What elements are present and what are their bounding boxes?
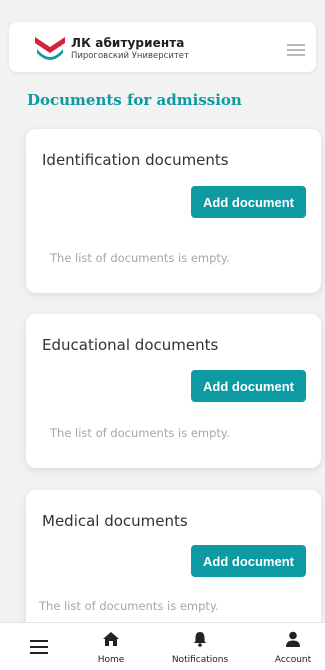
empty-list-message: The list of documents is empty.	[50, 251, 230, 265]
brand-subtitle: Пироговский Университет	[71, 51, 189, 61]
add-identification-document-button[interactable]: Add document	[191, 186, 306, 218]
section-title: Identification documents	[42, 151, 229, 169]
home-icon	[103, 632, 119, 646]
brand-title: ЛК абитуриента	[71, 36, 185, 50]
add-educational-document-button[interactable]: Add document	[191, 370, 306, 402]
page-content: ЛК абитуриента Пироговский Университет D…	[0, 0, 325, 622]
educational-documents-card: Educational documents Add document The l…	[26, 314, 321, 468]
medical-documents-card: Medical documents Add document The list …	[26, 490, 321, 622]
nav-item-home[interactable]: Home	[71, 631, 151, 669]
bell-icon	[194, 632, 206, 647]
nav-label: Notifications	[171, 655, 229, 665]
pirogov-logo-icon	[35, 37, 65, 60]
section-title: Educational documents	[42, 336, 219, 354]
bottom-navigation: Home Notifications Account	[0, 622, 325, 670]
nav-label: Home	[97, 655, 125, 665]
empty-list-message: The list of documents is empty.	[50, 426, 230, 440]
page-title: Documents for admission	[27, 91, 242, 109]
user-icon	[286, 631, 300, 647]
nav-item-account[interactable]: Account	[253, 631, 325, 669]
app-header: ЛК абитуриента Пироговский Университет	[9, 22, 316, 72]
hamburger-menu-icon[interactable]	[30, 640, 52, 656]
identification-documents-card: Identification documents Add document Th…	[26, 129, 321, 293]
section-title: Medical documents	[42, 512, 188, 530]
add-medical-document-button[interactable]: Add document	[191, 545, 306, 577]
hamburger-menu-icon[interactable]	[285, 40, 309, 58]
empty-list-message: The list of documents is empty.	[39, 599, 219, 613]
nav-item-notifications[interactable]: Notifications	[160, 631, 240, 669]
nav-label: Account	[274, 655, 312, 665]
